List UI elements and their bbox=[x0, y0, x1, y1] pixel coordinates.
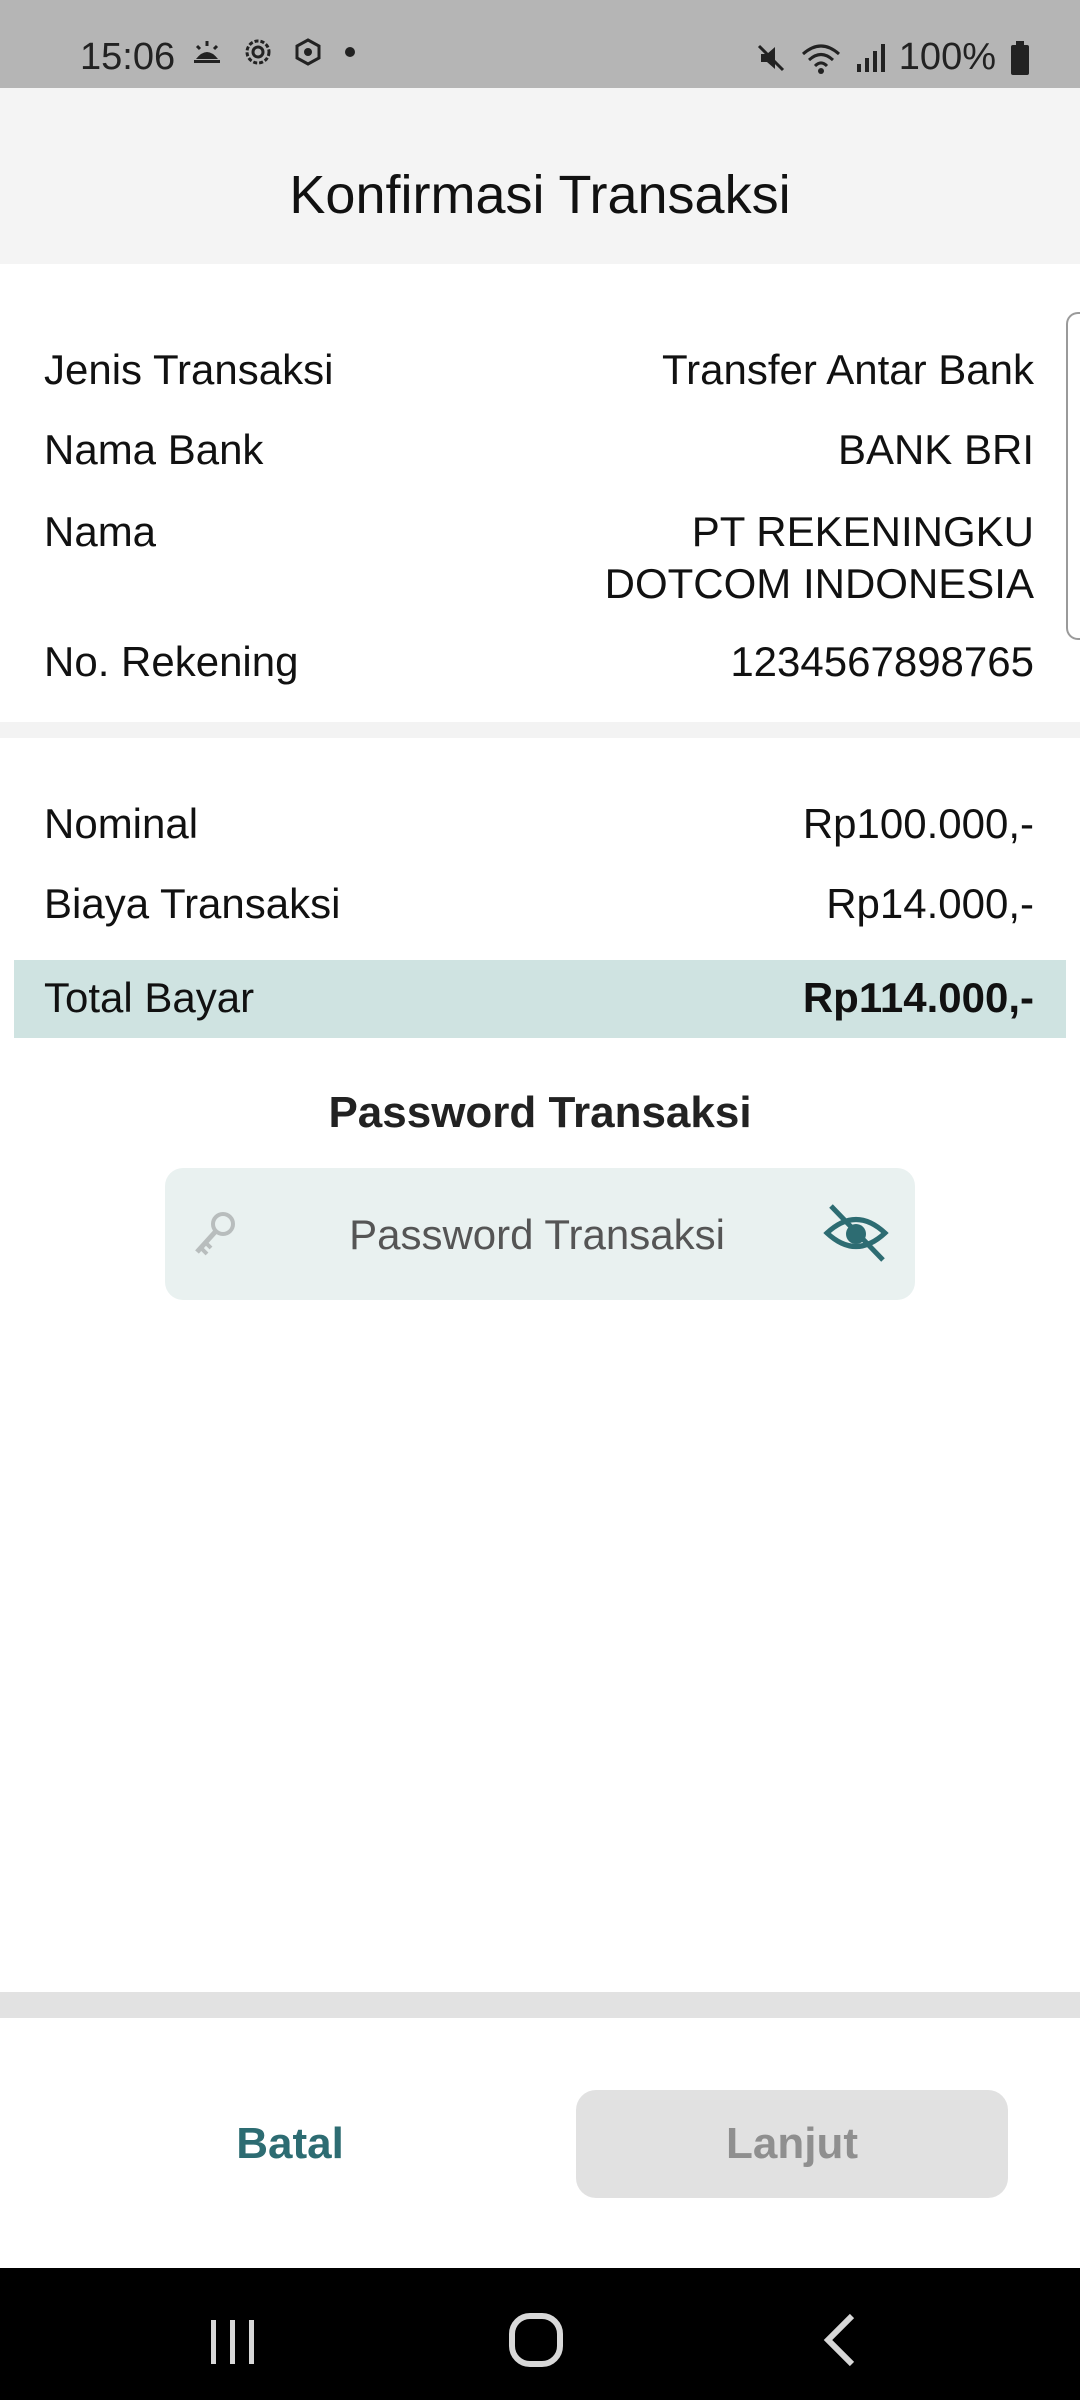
detail-row-bank-name: Nama Bank BANK BRI bbox=[44, 426, 1034, 474]
nominal-label: Nominal bbox=[44, 800, 199, 847]
status-system-icons: 100% bbox=[755, 36, 1030, 79]
dot-icon bbox=[345, 47, 355, 57]
account-name-value: PT REKENINGKU DOTCOM INDONESIA bbox=[605, 506, 1034, 610]
home-icon[interactable] bbox=[508, 2312, 564, 2368]
weather-icon bbox=[194, 41, 220, 63]
signal-icon bbox=[856, 43, 885, 72]
cancel-button[interactable]: Batal bbox=[165, 2090, 415, 2198]
page-title: Konfirmasi Transaksi bbox=[289, 165, 791, 225]
battery-icon bbox=[1011, 40, 1029, 75]
total-payment-row: Total Bayar Rp114.000,- bbox=[14, 960, 1066, 1038]
nominal-value: Rp100.000,- bbox=[802, 800, 1034, 847]
transaction-type-label: Jenis Transaksi bbox=[44, 346, 334, 393]
section-divider bbox=[0, 722, 1080, 738]
account-number-value: 1234567898765 bbox=[730, 638, 1034, 685]
back-icon[interactable] bbox=[820, 2312, 860, 2368]
total-value: Rp114.000,- bbox=[802, 974, 1034, 1021]
wifi-icon bbox=[801, 44, 840, 74]
total-label: Total Bayar bbox=[44, 974, 255, 1021]
account-name-line-2: DOTCOM INDONESIA bbox=[604, 560, 1034, 607]
payment-row-nominal: Nominal Rp100.000,- bbox=[44, 800, 1034, 848]
status-bar: 15:06 100% bbox=[0, 0, 1080, 88]
battery-percent: 100% bbox=[898, 36, 996, 78]
page-header: Konfirmasi Transaksi bbox=[0, 88, 1080, 264]
settings-gear-icon bbox=[245, 39, 271, 65]
mute-icon bbox=[757, 44, 784, 71]
account-name-label: Nama bbox=[44, 508, 157, 555]
password-section-title: Password Transaksi bbox=[328, 1088, 752, 1137]
account-number-label: No. Rekening bbox=[44, 638, 299, 685]
eye-off-icon[interactable] bbox=[823, 1200, 889, 1266]
bottom-separator bbox=[0, 1992, 1080, 2018]
payment-row-fee: Biaya Transaksi Rp14.000,- bbox=[44, 880, 1034, 928]
status-time: 15:06 bbox=[80, 36, 176, 78]
next-button[interactable]: Lanjut bbox=[576, 2090, 1008, 2198]
bank-name-label: Nama Bank bbox=[44, 426, 264, 473]
transaction-type-value: Transfer Antar Bank bbox=[662, 346, 1034, 393]
status-notification-icons bbox=[192, 38, 356, 66]
detail-row-account-name: Nama PT REKENINGKU DOTCOM INDONESIA bbox=[44, 506, 1034, 610]
detail-row-transaction-type: Jenis Transaksi Transfer Antar Bank bbox=[44, 346, 1034, 394]
fee-value: Rp14.000,- bbox=[826, 880, 1034, 927]
vpn-icon bbox=[295, 38, 321, 66]
system-navigation-bar bbox=[0, 2268, 1080, 2400]
fee-label: Biaya Transaksi bbox=[44, 880, 341, 927]
detail-row-account-number: No. Rekening 1234567898765 bbox=[44, 638, 1034, 686]
password-input[interactable] bbox=[255, 1168, 819, 1302]
scroll-indicator[interactable] bbox=[1066, 312, 1080, 640]
account-name-line-1: PT REKENINGKU bbox=[691, 508, 1034, 555]
key-icon bbox=[195, 1212, 235, 1256]
recent-apps-icon[interactable] bbox=[205, 2318, 261, 2366]
password-field[interactable] bbox=[165, 1168, 915, 1302]
bank-name-value: BANK BRI bbox=[837, 426, 1034, 473]
